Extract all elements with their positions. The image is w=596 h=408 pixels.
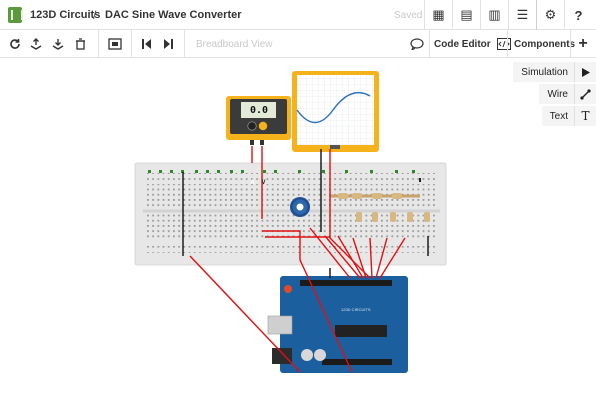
schematic-view-icon[interactable]: ▤ [452, 0, 480, 30]
breadboard-view-icon[interactable]: ▦ [424, 0, 452, 30]
settings-gear-icon[interactable]: ⚙ [536, 0, 564, 30]
app-name-link[interactable]: 123D Circuits [30, 9, 100, 21]
potentiometer[interactable] [290, 197, 310, 217]
view-switcher: ▦ ▤ ▥ ☰ ⚙ ? [424, 0, 592, 30]
skip-to-start-icon[interactable] [138, 35, 156, 53]
breadcrumb-separator: / [93, 8, 97, 22]
code-editor-button[interactable]: Code Editor [434, 34, 511, 54]
delete-trash-icon[interactable] [71, 35, 89, 53]
multimeter-mode-v[interactable]: V [260, 180, 267, 186]
app-logo-icon[interactable] [8, 7, 23, 23]
comment-icon[interactable] [408, 35, 426, 53]
add-component-icon[interactable]: + [574, 35, 592, 53]
multimeter-mode-a[interactable]: A [249, 180, 256, 186]
circuit-canvas[interactable]: 123D CIRCUITS [0, 58, 596, 408]
pcb-view-icon[interactable]: ▥ [480, 0, 508, 30]
components-label: Components [514, 38, 576, 50]
oscilloscope[interactable] [292, 71, 379, 152]
code-editor-label: Code Editor [434, 38, 491, 50]
toolbar: Breadboard View Code Editor Components + [0, 30, 596, 58]
layer-down-icon[interactable] [49, 35, 67, 53]
step-forward-icon[interactable] [159, 35, 177, 53]
code-editor-icon [496, 38, 511, 50]
layer-up-icon[interactable] [27, 35, 45, 53]
multimeter-reading: 0.0 [249, 105, 269, 116]
fit-to-screen-icon[interactable] [106, 35, 124, 53]
components-button[interactable]: Components [514, 34, 575, 54]
svg-text:123D CIRCUITS: 123D CIRCUITS [341, 307, 371, 312]
top-bar: 123D Circuits / DAC Sine Wave Converter … [0, 0, 596, 30]
project-title[interactable]: DAC Sine Wave Converter [105, 9, 242, 21]
help-icon[interactable]: ? [564, 0, 592, 30]
component-list-icon[interactable]: ☰ [508, 0, 536, 30]
save-status: Saved [394, 10, 423, 21]
rotate-icon[interactable] [6, 35, 24, 53]
multimeter[interactable] [226, 96, 291, 145]
breadboard [134, 162, 447, 266]
arduino-uno-board[interactable]: 123D CIRCUITS [267, 276, 408, 373]
view-label: Breadboard View [196, 39, 273, 50]
